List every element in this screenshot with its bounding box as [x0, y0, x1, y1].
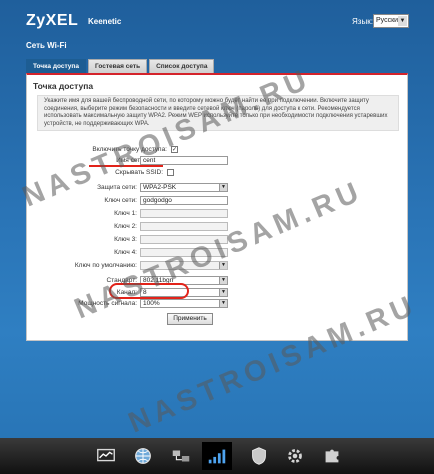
language-label: Язык:	[352, 17, 373, 26]
applications-puzzle-icon[interactable]	[317, 442, 347, 470]
chevron-down-icon: ▼	[219, 289, 227, 296]
wifi-signal-icon[interactable]	[202, 442, 232, 470]
chevron-down-icon: ▼	[219, 300, 227, 307]
system-gear-icon[interactable]	[280, 442, 310, 470]
power-select[interactable]: 100% ▼	[140, 299, 228, 308]
hide-ssid-checkbox[interactable]	[167, 169, 174, 176]
key4-label: Ключ 4:	[114, 249, 137, 256]
panel-title: Точка доступа	[33, 81, 94, 91]
power-value: 100%	[143, 300, 160, 307]
page-title: Сеть Wi-Fi	[26, 41, 67, 50]
security-shield-icon[interactable]	[244, 442, 274, 470]
language-select[interactable]: Русский ▼	[373, 14, 409, 28]
chevron-down-icon: ▼	[219, 184, 227, 191]
tab-access-point[interactable]: Точка доступа	[26, 59, 86, 73]
home-network-icon[interactable]	[166, 442, 196, 470]
header: ZyXEL Keenetic Язык: Русский ▼ Сеть Wi-F…	[0, 0, 434, 58]
brand-logo: ZyXEL	[26, 12, 79, 29]
key3-label: Ключ 3:	[114, 236, 137, 243]
tab-guest-network[interactable]: Гостевая сеть	[87, 59, 148, 73]
internet-globe-icon[interactable]	[128, 442, 158, 470]
network-key-input[interactable]: godgodgo	[140, 196, 228, 205]
chevron-down-icon: ▼	[398, 16, 407, 26]
model-name: Keenetic	[88, 17, 122, 26]
security-value: WPA2-PSK	[143, 184, 177, 191]
tab-bar: Точка доступа Гостевая сеть Список досту…	[26, 59, 215, 73]
apply-button[interactable]: Применить	[167, 313, 213, 325]
chevron-down-icon: ▼	[219, 277, 227, 284]
tab-access-list[interactable]: Список доступа	[149, 59, 215, 73]
key1-label: Ключ 1:	[114, 210, 137, 217]
key2-label: Ключ 2:	[114, 223, 137, 230]
key2-input[interactable]	[140, 222, 228, 231]
default-key-label: Ключ по умолчанию:	[74, 262, 137, 269]
monitor-icon[interactable]	[91, 442, 121, 470]
security-select[interactable]: WPA2-PSK ▼	[140, 183, 228, 192]
key1-input[interactable]	[140, 209, 228, 218]
